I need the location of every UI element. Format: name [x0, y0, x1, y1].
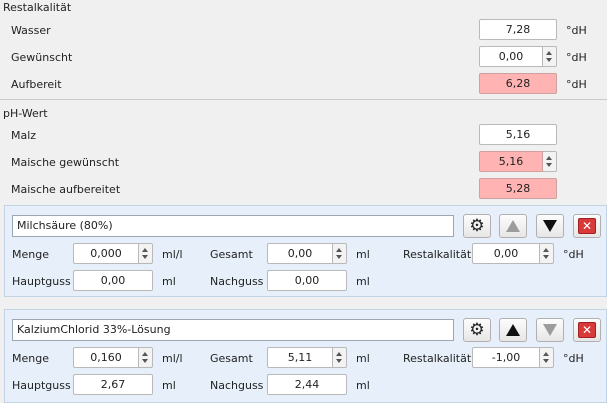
remove-button[interactable]: ✕ — [573, 214, 601, 238]
aufbereit-label: Aufbereit — [11, 78, 62, 91]
gesamt-input[interactable]: 0,00 — [267, 243, 333, 264]
wasser-unit: °dH — [566, 24, 587, 37]
spin-up-icon[interactable] — [142, 352, 148, 356]
hauptguss-value: 0,00 — [73, 270, 153, 291]
ph-title: pH-Wert — [3, 107, 48, 120]
move-up-button[interactable] — [499, 214, 527, 238]
menge-input[interactable]: 0,000 — [73, 243, 139, 264]
menge-unit: ml/l — [162, 352, 183, 365]
menge-input[interactable]: 0,160 — [73, 347, 139, 368]
move-up-button[interactable] — [499, 318, 527, 342]
remove-button[interactable]: ✕ — [573, 318, 601, 342]
spin-down-icon[interactable] — [142, 359, 148, 363]
move-down-button[interactable] — [536, 214, 564, 238]
spin-down-icon[interactable] — [336, 255, 342, 259]
rest-unit: °dH — [563, 248, 584, 261]
gesamt-spinner[interactable] — [333, 243, 347, 264]
menge-unit: ml/l — [162, 248, 183, 261]
section-divider — [0, 99, 607, 100]
rest-label: Restalkalität — [403, 352, 472, 365]
gesamt-label: Gesamt — [210, 352, 253, 365]
wasser-label: Wasser — [11, 24, 51, 37]
additive-panel-1: Milchsäure (80%) ⚙ ✕ Menge 0,000 ml/l Ge… — [4, 205, 607, 297]
rest-spinner[interactable] — [540, 347, 554, 368]
nachguss-label: Nachguss — [210, 379, 264, 392]
rest-unit: °dH — [563, 352, 584, 365]
spin-up-icon[interactable] — [543, 352, 549, 356]
rest-spinner[interactable] — [540, 243, 554, 264]
menge-spinner[interactable] — [139, 347, 153, 368]
nachguss-unit: ml — [356, 379, 370, 392]
close-icon: ✕ — [578, 322, 596, 338]
hauptguss-unit: ml — [162, 275, 176, 288]
restalkalitaet-title: Restalkalität — [3, 1, 72, 14]
nachguss-value: 0,00 — [267, 270, 347, 291]
rest-input[interactable]: -1,00 — [472, 347, 540, 368]
spin-up-icon[interactable] — [546, 156, 552, 160]
close-icon: ✕ — [578, 218, 596, 234]
gear-icon: ⚙ — [469, 215, 485, 236]
additive-panel-2: KalziumChlorid 33%-Lösung ⚙ ✕ Menge 0,16… — [4, 309, 607, 403]
nachguss-value: 2,44 — [267, 374, 347, 395]
maische-gewuenscht-label: Maische gewünscht — [11, 156, 120, 169]
aufbereit-unit: °dH — [566, 78, 587, 91]
gesamt-label: Gesamt — [210, 248, 253, 261]
spin-up-icon[interactable] — [546, 51, 552, 55]
spin-down-icon[interactable] — [543, 359, 549, 363]
spin-down-icon[interactable] — [336, 359, 342, 363]
hauptguss-unit: ml — [162, 379, 176, 392]
malz-label: Malz — [11, 129, 37, 142]
rest-label: Restalkalität — [403, 248, 472, 261]
menge-label: Menge — [12, 352, 49, 365]
nachguss-unit: ml — [356, 275, 370, 288]
spin-down-icon[interactable] — [546, 163, 552, 167]
arrow-up-icon — [506, 324, 520, 336]
arrow-down-icon — [543, 220, 557, 232]
settings-button[interactable]: ⚙ — [463, 214, 491, 238]
gewuenscht-unit: °dH — [566, 51, 587, 64]
spin-up-icon[interactable] — [336, 248, 342, 252]
malz-value: 5,16 — [479, 124, 557, 145]
maische-gewuenscht-input[interactable]: 5,16 — [479, 151, 543, 172]
menge-label: Menge — [12, 248, 49, 261]
gesamt-input[interactable]: 5,11 — [267, 347, 333, 368]
hauptguss-label: Hauptguss — [12, 275, 71, 288]
gear-icon: ⚙ — [469, 319, 485, 340]
move-down-button[interactable] — [536, 318, 564, 342]
gesamt-unit: ml — [356, 352, 370, 365]
spin-up-icon[interactable] — [336, 352, 342, 356]
spin-down-icon[interactable] — [543, 255, 549, 259]
gewuenscht-label: Gewünscht — [11, 51, 73, 64]
maische-aufbereitet-value: 5,28 — [479, 178, 557, 199]
menge-spinner[interactable] — [139, 243, 153, 264]
gesamt-unit: ml — [356, 248, 370, 261]
rest-input[interactable]: 0,00 — [472, 243, 540, 264]
additive-name-input[interactable]: KalziumChlorid 33%-Lösung — [12, 319, 454, 341]
wasser-value: 7,28 — [479, 19, 557, 40]
additive-name-input[interactable]: Milchsäure (80%) — [12, 215, 454, 237]
spin-up-icon[interactable] — [142, 248, 148, 252]
gewuenscht-input[interactable]: 0,00 — [479, 46, 543, 67]
spin-down-icon[interactable] — [546, 58, 552, 62]
spin-down-icon[interactable] — [142, 255, 148, 259]
gesamt-spinner[interactable] — [333, 347, 347, 368]
arrow-up-icon — [506, 220, 520, 232]
nachguss-label: Nachguss — [210, 275, 264, 288]
settings-button[interactable]: ⚙ — [463, 318, 491, 342]
hauptguss-label: Hauptguss — [12, 379, 71, 392]
gewuenscht-spinner[interactable] — [543, 46, 557, 67]
spin-up-icon[interactable] — [543, 248, 549, 252]
hauptguss-value: 2,67 — [73, 374, 153, 395]
arrow-down-icon — [543, 324, 557, 336]
maische-aufbereitet-label: Maische aufbereitet — [11, 183, 121, 196]
maische-gewuenscht-spinner[interactable] — [543, 151, 557, 172]
aufbereit-value: 6,28 — [479, 73, 557, 94]
